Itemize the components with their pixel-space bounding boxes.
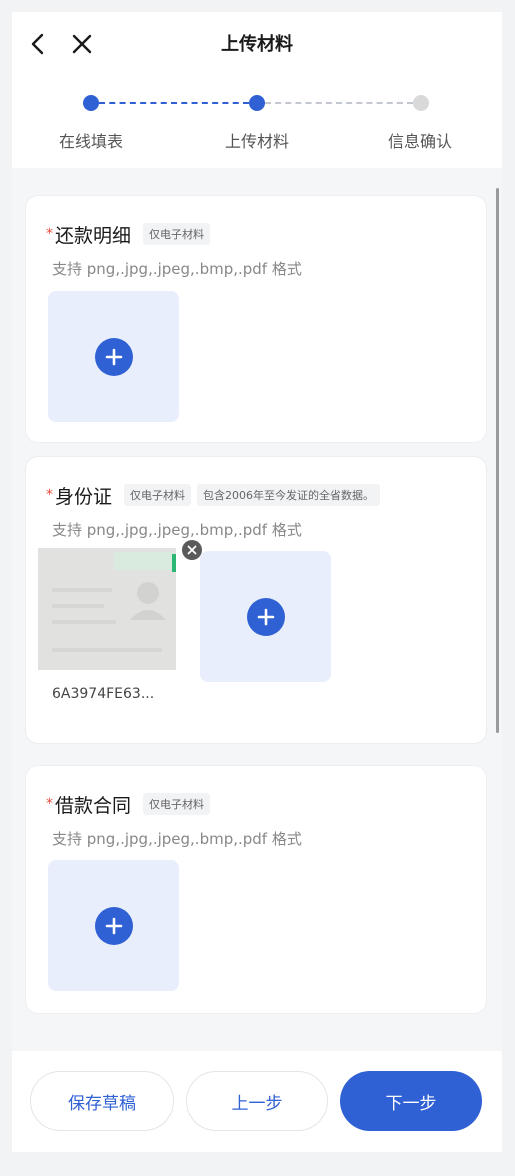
- step-dot-fill-form: [83, 95, 99, 111]
- upload-button[interactable]: [48, 291, 179, 422]
- required-mark: *: [46, 226, 53, 242]
- tag-electronic-only: 仅电子材料: [143, 223, 211, 245]
- uploaded-file-name: 6A3974FE63...: [52, 686, 155, 702]
- step-connector: [265, 102, 413, 104]
- save-draft-button[interactable]: 保存草稿: [30, 1071, 174, 1131]
- prev-step-button[interactable]: 上一步: [186, 1071, 328, 1131]
- upload-button[interactable]: [48, 860, 179, 991]
- page-title: 上传材料: [221, 34, 293, 55]
- app-frame: 上传材料 在线填表 上传材料 信息确认 * 还款明细 仅电子材料 支持 png,…: [12, 12, 502, 1152]
- remove-image-icon[interactable]: [182, 540, 202, 560]
- section-title-row: * 还款明细 仅电子材料: [46, 220, 216, 248]
- section-title: 还款明细: [55, 224, 132, 247]
- format-hint: 支持 png,.jpg,.jpeg,.bmp,.pdf 格式: [52, 521, 302, 539]
- plus-icon: [95, 907, 133, 945]
- plus-icon: [95, 338, 133, 376]
- step-label-confirm: 信息确认: [387, 132, 452, 151]
- uploaded-image-thumbnail[interactable]: [38, 548, 176, 670]
- section-id-card: * 身份证 仅电子材料 包含2006年至今发证的全省数据。 支持 png,.jp…: [26, 457, 486, 743]
- tag-data-scope: 包含2006年至今发证的全省数据。: [197, 484, 381, 506]
- progress-stepper: 在线填表 上传材料 信息确认: [12, 92, 502, 152]
- required-mark: *: [46, 796, 53, 812]
- plus-icon: [247, 598, 285, 636]
- next-step-button[interactable]: 下一步: [340, 1071, 482, 1131]
- id-card-image: [38, 548, 176, 670]
- step-dot-upload: [249, 95, 265, 111]
- tag-electronic-only: 仅电子材料: [124, 484, 192, 506]
- step-label-fill-form: 在线填表: [58, 132, 123, 151]
- step-label-upload: 上传材料: [224, 132, 289, 151]
- tag-electronic-only: 仅电子材料: [143, 793, 211, 815]
- section-loan-contract: * 借款合同 仅电子材料 支持 png,.jpg,.jpeg,.bmp,.pdf…: [26, 766, 486, 1013]
- scrollbar[interactable]: [496, 188, 499, 733]
- section-title: 身份证: [55, 485, 113, 508]
- required-mark: *: [46, 487, 53, 503]
- section-title: 借款合同: [55, 794, 132, 817]
- section-repayment-details: * 还款明细 仅电子材料 支持 png,.jpg,.jpeg,.bmp,.pdf…: [26, 196, 486, 442]
- footer-actions: 保存草稿 上一步 下一步: [12, 1051, 502, 1152]
- format-hint: 支持 png,.jpg,.jpeg,.bmp,.pdf 格式: [52, 260, 302, 278]
- upload-button[interactable]: [200, 551, 331, 682]
- header: 上传材料 在线填表 上传材料 信息确认: [12, 12, 502, 168]
- step-dot-confirm: [413, 95, 429, 111]
- step-connector: [99, 102, 249, 104]
- section-title-row: * 身份证 仅电子材料 包含2006年至今发证的全省数据。: [46, 481, 386, 509]
- format-hint: 支持 png,.jpg,.jpeg,.bmp,.pdf 格式: [52, 830, 302, 848]
- section-title-row: * 借款合同 仅电子材料: [46, 790, 216, 818]
- upload-sections[interactable]: * 还款明细 仅电子材料 支持 png,.jpg,.jpeg,.bmp,.pdf…: [12, 182, 502, 1052]
